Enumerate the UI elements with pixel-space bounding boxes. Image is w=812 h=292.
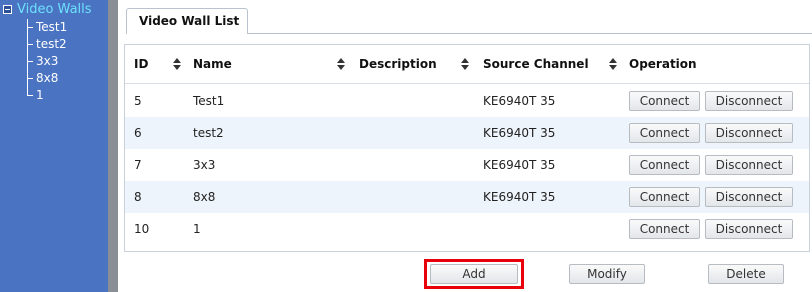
cell-id: 6: [134, 126, 142, 140]
collapse-minus-icon[interactable]: [3, 5, 12, 14]
table-row[interactable]: 10 1 Connect Disconnect: [125, 213, 809, 245]
tree-root-video-walls[interactable]: Video Walls: [3, 2, 92, 17]
table-row[interactable]: 5 Test1 KE6940T 35 Connect Disconnect: [125, 85, 809, 117]
cell-id: 10: [134, 222, 150, 236]
sort-updown-icon[interactable]: [337, 58, 345, 71]
tree-connector: [27, 78, 33, 79]
tab-video-wall-list[interactable]: Video Wall List: [126, 8, 248, 34]
modify-button[interactable]: Modify: [569, 264, 645, 284]
video-wall-table: ID Name Description Source Channel Opera…: [124, 44, 810, 252]
cell-source-channel: KE6940T 35: [483, 158, 556, 172]
cell-name: 3x3: [193, 158, 216, 172]
connect-button[interactable]: Connect: [629, 187, 700, 207]
tree-item-label[interactable]: Test1: [36, 19, 67, 36]
header-operation: Operation: [629, 57, 697, 71]
tree-connector: [27, 27, 33, 28]
connect-button[interactable]: Connect: [629, 219, 700, 239]
delete-button[interactable]: Delete: [708, 264, 784, 284]
header-source-channel[interactable]: Source Channel: [483, 45, 589, 84]
tree-item-label[interactable]: test2: [36, 36, 67, 53]
sidebar-splitter[interactable]: [108, 0, 118, 292]
tree-item-8x8[interactable]: 8x8: [11, 70, 106, 87]
tree-item-label[interactable]: 1: [36, 87, 44, 104]
sort-updown-icon[interactable]: [609, 58, 617, 71]
disconnect-button[interactable]: Disconnect: [705, 219, 793, 239]
tree-item-label[interactable]: 3x3: [36, 53, 58, 70]
cell-id: 5: [134, 94, 142, 108]
sort-updown-icon[interactable]: [461, 58, 469, 71]
tree-connector: [27, 61, 33, 62]
disconnect-button[interactable]: Disconnect: [705, 155, 793, 175]
cell-name: Test1: [193, 94, 225, 108]
disconnect-button[interactable]: Disconnect: [705, 91, 793, 111]
connect-button[interactable]: Connect: [629, 123, 700, 143]
tree-item-test2[interactable]: test2: [11, 36, 106, 53]
disconnect-button[interactable]: Disconnect: [705, 187, 793, 207]
tab-mask: [127, 33, 247, 34]
cell-id: 7: [134, 158, 142, 172]
tree-item-label[interactable]: 8x8: [36, 70, 58, 87]
cell-source-channel: KE6940T 35: [483, 94, 556, 108]
cell-source-channel: KE6940T 35: [483, 126, 556, 140]
tree-item-3x3[interactable]: 3x3: [11, 53, 106, 70]
header-id[interactable]: ID: [134, 45, 148, 84]
header-name[interactable]: Name: [193, 45, 232, 84]
cell-id: 8: [134, 190, 142, 204]
header-description[interactable]: Description: [359, 45, 437, 84]
cell-name: 8x8: [193, 190, 216, 204]
tree-connector: [27, 95, 33, 96]
connect-button[interactable]: Connect: [629, 91, 700, 111]
table-row[interactable]: 6 test2 KE6940T 35 Connect Disconnect: [125, 117, 809, 149]
cell-name: test2: [193, 126, 224, 140]
sort-updown-icon[interactable]: [173, 58, 181, 71]
tree-item-test1[interactable]: Test1: [11, 19, 106, 36]
add-button-highlight: [424, 259, 524, 289]
disconnect-button[interactable]: Disconnect: [705, 123, 793, 143]
cell-source-channel: KE6940T 35: [483, 190, 556, 204]
tree-connector: [27, 44, 33, 45]
table-header: ID Name Description Source Channel Opera…: [125, 45, 809, 84]
tree-item-1[interactable]: 1: [11, 87, 106, 104]
table-row[interactable]: 7 3x3 KE6940T 35 Connect Disconnect: [125, 149, 809, 181]
connect-button[interactable]: Connect: [629, 155, 700, 175]
table-row[interactable]: 8 8x8 KE6940T 35 Connect Disconnect: [125, 181, 809, 213]
sidebar-tree: Video Walls Test1 test2 3x3 8x8 1: [0, 0, 108, 292]
cell-name: 1: [193, 222, 201, 236]
tree-root-label[interactable]: Video Walls: [17, 2, 92, 17]
